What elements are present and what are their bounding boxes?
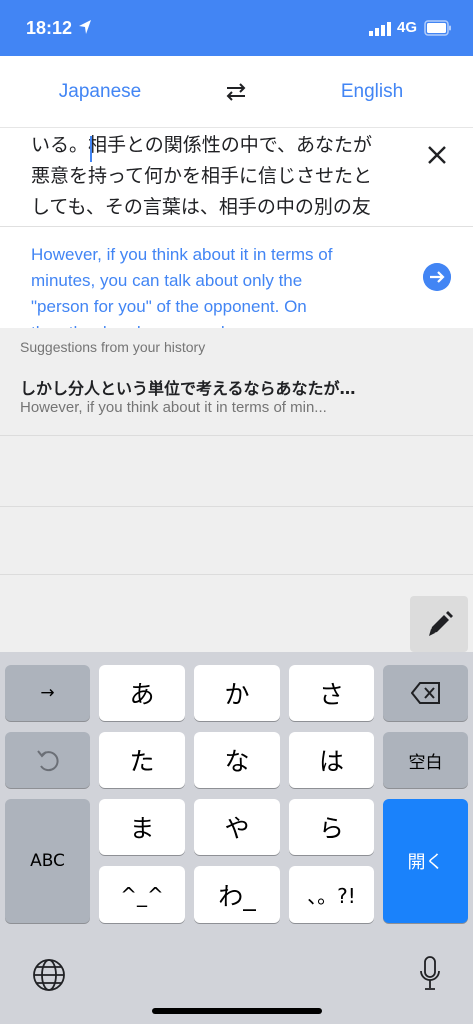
key-ra[interactable]: ら: [289, 799, 374, 855]
source-line: いる。相手との関係性の中で、あなたが: [31, 134, 373, 156]
translation-line: However, if you think about it in terms …: [31, 245, 333, 264]
status-bar: 18:12 4G: [0, 0, 473, 56]
suggestions-header: Suggestions from your history: [20, 339, 206, 355]
key-next-arrow[interactable]: →: [5, 665, 90, 721]
suggestion-subtitle: However, if you think about it in terms …: [20, 399, 327, 416]
divider: [0, 574, 473, 575]
key-undo[interactable]: [5, 732, 90, 788]
suggestions-panel: Suggestions from your history しかし分人という単位…: [0, 328, 473, 652]
suggestion-title: しかし分人という単位で考えるならあなたが…: [20, 379, 356, 398]
swap-arrows-icon[interactable]: [222, 78, 250, 106]
key-ka[interactable]: か: [194, 665, 280, 721]
target-language-button[interactable]: English: [272, 56, 472, 127]
keyboard: → あ か さ た な は 空白 ABC ま や ら 開く ^_^ わ_ 、。?…: [0, 652, 473, 1024]
source-text-input[interactable]: いる。相手との関係性の中で、あなたが 悪意を持って何かを相手に信じさせたと して…: [0, 127, 473, 227]
source-line: 悪意を持って何かを相手に信じさせたと: [31, 165, 373, 187]
divider: [0, 506, 473, 507]
key-abc[interactable]: ABC: [5, 799, 90, 923]
translation-line: minutes, you can talk about only the: [31, 271, 303, 290]
language-bar: Japanese English: [0, 56, 473, 127]
text-cursor: [90, 136, 92, 162]
cellular-signal-icon: [369, 22, 391, 36]
source-language-button[interactable]: Japanese: [0, 56, 200, 127]
pencil-icon: [429, 611, 453, 636]
translation-text: However, if you think about it in terms …: [31, 242, 411, 328]
translation-result[interactable]: However, if you think about it in terms …: [0, 227, 473, 328]
translation-line: the other hand, your words are: [31, 320, 411, 328]
key-ta[interactable]: た: [99, 732, 185, 788]
key-open[interactable]: 開く: [383, 799, 468, 923]
undo-icon: [36, 750, 59, 772]
key-space[interactable]: 空白: [383, 732, 468, 788]
key-wa[interactable]: わ_: [194, 866, 280, 923]
key-emoticon[interactable]: ^_^: [99, 866, 185, 923]
network-type: 4G: [397, 19, 418, 36]
key-delete[interactable]: [383, 665, 468, 721]
globe-icon[interactable]: [32, 958, 66, 992]
source-text: いる。相手との関係性の中で、あなたが 悪意を持って何かを相手に信じさせたと して…: [31, 130, 401, 223]
source-line: しても、その言葉は、相手の中の別の友: [31, 196, 371, 218]
microphone-icon[interactable]: [419, 956, 441, 992]
key-punctuation[interactable]: 、。?!: [289, 866, 374, 923]
suggestion-item[interactable]: しかし分人という単位で考えるならあなたが… However, if you th…: [0, 364, 473, 436]
translation-line: "person for you" of the opponent. On: [31, 297, 307, 316]
key-ya[interactable]: や: [194, 799, 280, 855]
location-arrow-icon: [79, 20, 91, 34]
backspace-icon: [410, 682, 440, 704]
arrow-right-icon[interactable]: [423, 263, 451, 291]
battery-icon: [424, 20, 451, 36]
key-ma[interactable]: ま: [99, 799, 185, 855]
home-indicator[interactable]: [152, 1008, 322, 1014]
handwriting-button[interactable]: [410, 596, 468, 652]
key-a[interactable]: あ: [99, 665, 185, 721]
status-time: 18:12: [26, 18, 73, 38]
close-icon[interactable]: [424, 142, 450, 168]
key-sa[interactable]: さ: [289, 665, 374, 721]
key-na[interactable]: な: [194, 732, 280, 788]
key-ha[interactable]: は: [289, 732, 374, 788]
